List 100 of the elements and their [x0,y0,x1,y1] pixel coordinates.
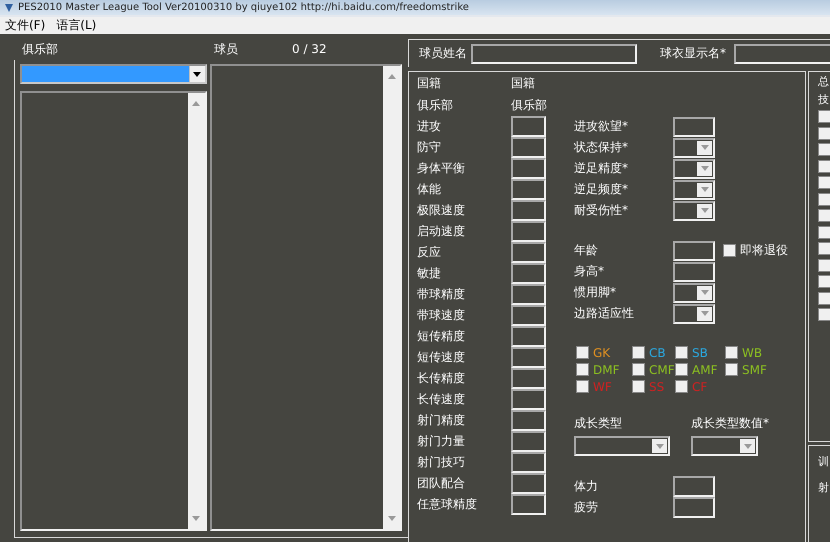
position-label: SB [692,346,708,360]
attribute-input[interactable] [511,200,546,221]
attribute-label: 长传速度 [417,391,466,408]
skill-checkbox[interactable] [818,160,830,172]
caret-icon [700,311,708,316]
input-field[interactable] [673,262,715,282]
input-field[interactable] [673,240,715,260]
attribute-input[interactable] [511,221,546,242]
caret-icon [193,72,202,76]
setting-label: 耐受伤性* [574,202,629,219]
position-label: WB [742,346,762,360]
attribute-label: 进攻 [417,118,442,135]
setting-label: 逆足频度* [574,181,629,198]
input-field[interactable] [673,497,715,518]
skill-checkbox[interactable] [818,110,830,123]
caret-icon [744,444,752,448]
attribute-input[interactable] [511,452,546,473]
growth-label: 成长类型 [574,415,623,432]
profile-label: 边路适应性 [574,305,635,322]
attribute-input[interactable] [511,284,546,305]
skill-checkbox[interactable] [818,192,830,206]
dropdown[interactable] [673,158,715,178]
skill-checkbox[interactable] [818,242,830,255]
dropdown[interactable] [673,304,715,324]
skill-checkbox[interactable] [818,209,830,222]
menu-item[interactable]: 语言(L) [54,17,104,34]
input-field[interactable] [673,476,715,497]
attribute-label: 启动速度 [417,223,466,240]
skill-checkbox[interactable] [818,258,830,272]
attribute-input[interactable] [511,305,546,326]
position-checkbox[interactable] [576,380,589,393]
menu-item[interactable]: 文件(F) [3,17,52,34]
attribute-input[interactable] [511,431,546,452]
shirt-name-field[interactable] [734,44,830,64]
skill-checkbox[interactable] [818,176,830,189]
player-name-field[interactable] [471,44,637,64]
skill-checkbox[interactable] [818,126,830,140]
player-list[interactable] [210,64,402,531]
position-label: WF [593,380,612,394]
attribute-input[interactable] [511,263,546,284]
attribute-label: 团队配合 [417,475,466,492]
attribute-input[interactable] [511,116,546,137]
club-list[interactable] [20,91,207,531]
caret-icon [700,290,708,295]
side-label: 总 [818,75,830,89]
dropdown[interactable] [691,436,758,456]
attribute-input[interactable] [511,137,546,158]
attribute-input[interactable] [511,179,546,200]
position-label: CMF [649,362,675,376]
position-checkbox[interactable] [632,346,645,359]
attribute-input[interactable] [511,326,546,347]
attribute-input[interactable] [511,494,546,515]
dropdown[interactable] [574,436,670,456]
attribute-input[interactable] [511,389,546,410]
skill-checkbox[interactable] [818,292,830,304]
attribute-label: 带球速度 [417,307,466,324]
position-checkbox[interactable] [632,380,645,393]
dropdown[interactable] [673,282,715,302]
attribute-input[interactable] [511,473,546,494]
caret-icon [700,166,708,171]
caret-icon [700,208,708,213]
attribute-input[interactable] [511,368,546,389]
club-label: 俱乐部 [21,40,59,58]
field-label: 俱乐部 [417,96,454,114]
club-dropdown[interactable] [20,64,207,84]
position-checkbox[interactable] [675,380,688,393]
attribute-input[interactable] [511,410,546,431]
attribute-input[interactable] [511,242,546,263]
caret-icon [700,145,708,150]
attribute-label: 带球精度 [417,286,466,303]
attribute-label: 短传速度 [417,349,466,366]
skill-checkbox[interactable] [818,275,830,288]
position-checkbox[interactable] [675,363,688,376]
setting-label: 逆足精度* [574,160,629,177]
attribute-label: 短传精度 [417,328,466,345]
position-checkbox[interactable] [725,346,738,359]
position-checkbox[interactable] [632,363,645,376]
shirt-name-label: 球衣显示名* [660,45,727,62]
dropdown[interactable] [673,138,715,158]
attribute-input[interactable] [511,347,546,368]
position-label: CB [649,346,666,360]
skill-checkbox[interactable] [818,308,830,321]
skill-checkbox[interactable] [818,226,830,238]
skill-checkbox[interactable] [818,143,830,156]
dropdown[interactable] [673,180,715,200]
dropdown[interactable] [673,200,715,220]
position-checkbox[interactable] [576,346,589,359]
profile-label: 年龄 [574,242,599,259]
attribute-input[interactable] [511,158,546,179]
retire-checkbox[interactable] [723,244,736,257]
position-checkbox[interactable] [576,363,589,376]
attribute-label: 任意球精度 [417,496,478,513]
field-value: 国籍 [511,74,535,92]
position-label: SMF [742,362,767,376]
position-label: SS [649,380,664,394]
position-checkbox[interactable] [675,346,688,359]
window-title: PES2010 Master League Tool Ver20100310 by qiuye102 http://hi.baidu.com/freedomstrike [18,0,469,14]
player-name-label: 球员姓名 [419,45,468,62]
position-checkbox[interactable] [725,363,738,376]
input-field[interactable] [673,116,715,136]
